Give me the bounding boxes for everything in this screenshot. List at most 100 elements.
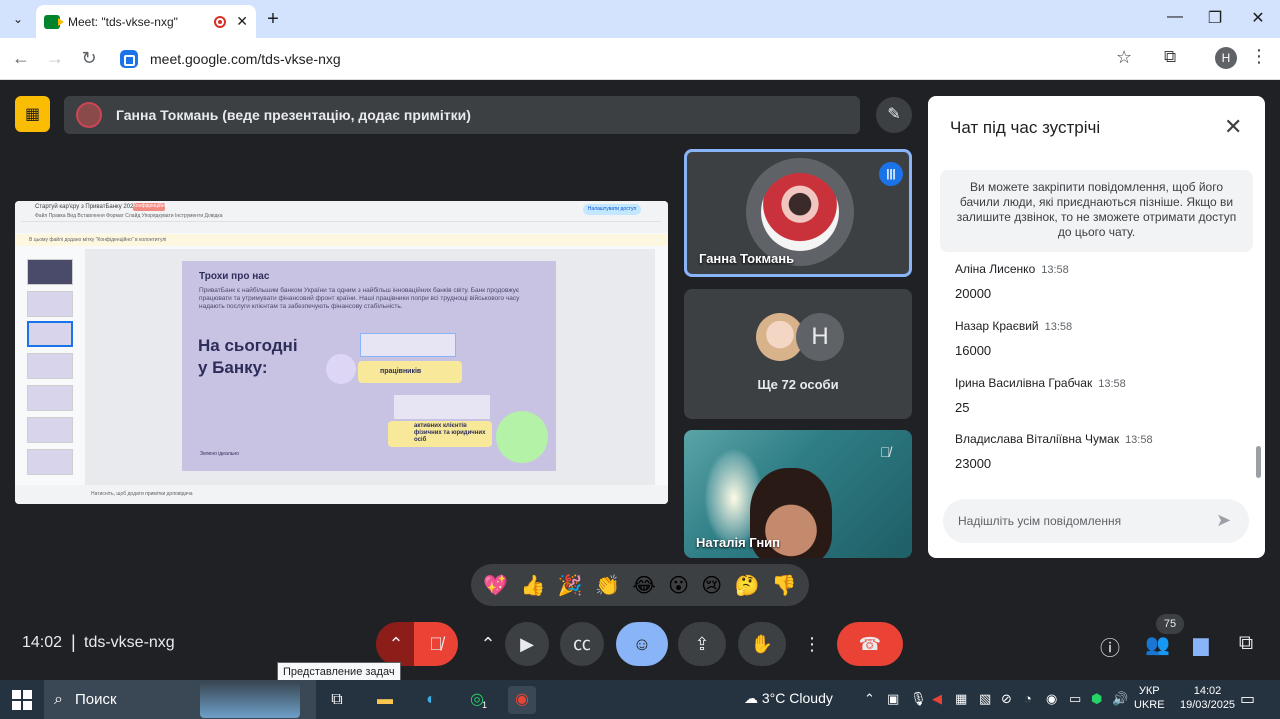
reaction-sad-icon[interactable]: 😢 (701, 573, 722, 598)
message-author: Аліна Лисенко (955, 262, 1036, 276)
browser-menu-icon[interactable]: ⋮ (1250, 46, 1268, 67)
notifications-icon[interactable]: ▭ (1240, 689, 1255, 709)
audio-options-chevron-icon[interactable]: ⌃ (376, 622, 416, 666)
tray-volume-icon[interactable]: 🔊 (1112, 691, 1128, 707)
windows-start-icon[interactable] (12, 690, 32, 710)
participant-tile-speaker[interactable]: ||| Ганна Токмань (684, 149, 912, 277)
profile-avatar[interactable]: H (1215, 47, 1237, 69)
activities-icon[interactable]: ⧉ (1234, 632, 1258, 655)
slide-clients-pill: активних клієнтів фізичних та юридичних … (388, 421, 492, 447)
weather-widget[interactable]: ☁ 3°C Cloudy (744, 690, 833, 707)
reaction-thumbs-down-icon[interactable]: 👎 (772, 573, 797, 598)
language-top: УКР (1138, 685, 1160, 697)
participants-count-badge: 75 (1156, 614, 1184, 634)
chat-icon[interactable]: ▆ (1189, 632, 1213, 657)
reaction-clap-icon[interactable]: 👏 (595, 573, 620, 598)
tray-battery-icon[interactable]: ▭ (1069, 691, 1081, 707)
people-icon[interactable]: 👥 (1145, 632, 1170, 657)
slide-thumbnail (27, 259, 73, 285)
tray-app2-icon[interactable]: ▦ (955, 691, 967, 707)
tray-speaker-muted-icon[interactable]: ◀ (932, 691, 942, 707)
taskbar-clock[interactable]: 14:02 19/03/2025 (1180, 684, 1235, 712)
send-icon[interactable]: ➤ (1216, 510, 1231, 531)
reload-icon[interactable]: ↻ (78, 48, 100, 69)
annotate-pen-icon[interactable]: ✎ (876, 97, 912, 133)
slides-menu-bar: Файл Правка Вид Вставлення Формат Слайд … (35, 213, 223, 219)
meeting-clock: 14:02 (22, 634, 63, 651)
meet-stage: ▦ Ганна Токмань (веде презентацію, додає… (0, 80, 1280, 682)
captions-button[interactable]: ㏄ (560, 622, 604, 666)
forward-arrow-icon[interactable]: → (44, 48, 66, 69)
reaction-thinking-icon[interactable]: 🤔 (735, 573, 760, 598)
reaction-thumbs-up-icon[interactable]: 👍 (520, 573, 545, 598)
tray-mic-icon[interactable]: 🎙 (910, 691, 927, 707)
back-arrow-icon[interactable]: ← (10, 48, 32, 69)
tray-overflow-icon[interactable]: ⌃ (864, 691, 875, 707)
camera-button[interactable]: ▶ (505, 622, 549, 666)
slides-format-toolbar (21, 221, 661, 231)
meet-favicon-icon (44, 14, 64, 29)
chrome-icon[interactable]: ◉ (508, 686, 536, 714)
taskbar-date: 19/03/2025 (1180, 699, 1236, 711)
new-tab-button[interactable]: + (262, 8, 284, 31)
tray-security-icon[interactable]: ⬢ (1091, 691, 1102, 707)
message-author: Владислава Віталіївна Чумак (955, 432, 1120, 446)
close-icon[interactable]: ✕ (1224, 114, 1242, 140)
site-info-icon[interactable] (120, 50, 138, 68)
address-bar-row: ← → ↻ meet.google.com/tds-vkse-nxg ☆ ⧉ H… (0, 38, 1280, 80)
extensions-puzzle-icon[interactable]: ⧉ (1164, 47, 1176, 67)
shared-screen[interactable]: Стартуй кар'єру з ПриватБанку 2025 Конфі… (15, 201, 668, 504)
reaction-surprised-icon[interactable]: 😮 (668, 573, 689, 598)
search-highlight-image (200, 682, 300, 718)
reaction-party-icon[interactable]: 🎉 (558, 573, 583, 598)
presentation-icon[interactable]: ▦ (15, 96, 50, 132)
chat-message: Владислава Віталіївна Чумак 13:58 23000 (955, 430, 1153, 471)
task-view-icon[interactable]: ⧉ (323, 686, 351, 714)
end-call-button[interactable]: ☎ (837, 622, 903, 666)
tab-search-menu-icon[interactable]: ⌄ (6, 8, 30, 30)
edge-browser-icon[interactable]: ◐ (417, 686, 445, 714)
raise-hand-button[interactable]: ✋ (738, 622, 786, 666)
emoji-reactions-button[interactable]: ☺ (616, 622, 668, 666)
minimize-window-button[interactable]: — (1160, 8, 1190, 26)
participant-initial-avatar: H (796, 313, 844, 361)
meeting-info-icon[interactable]: ⓘ (1098, 632, 1122, 661)
more-options-icon[interactable]: ⋮ (798, 622, 826, 666)
present-screen-button[interactable]: ⇪ (678, 622, 726, 666)
slide-decor-circle (326, 354, 356, 384)
tab-close-icon[interactable]: ✕ (236, 13, 248, 30)
slide-thumbnail-active (27, 321, 73, 347)
browser-tab-meet[interactable]: Meet: "tds-vkse-nxg" ✕ (36, 5, 256, 38)
bookmark-star-icon[interactable]: ☆ (1116, 47, 1132, 68)
microphone-muted-button[interactable]: 🎙̸ (414, 622, 458, 666)
tray-app5-icon[interactable]: ◉ (1046, 691, 1057, 707)
tray-app-icon[interactable]: ▣ (887, 691, 899, 707)
reaction-laugh-icon[interactable]: 😂 (632, 573, 655, 598)
keyboard-language[interactable]: УКР UKRE (1134, 684, 1165, 712)
windows-taskbar: ⌕ Поиск ⧉ ▬ ◐ ◎ 1 ◉ ☁ 3°C Cloudy ⌃ ▣ 🎙 ◀… (0, 680, 1280, 719)
omnibox[interactable]: meet.google.com/tds-vkse-nxg (110, 43, 1150, 75)
muted-mic-icon: 🎙̸ (880, 444, 891, 460)
participant-tile-video[interactable]: 🎙̸ Наталія Гнип (684, 430, 912, 558)
chat-message: Аліна Лисенко 13:58 20000 (955, 260, 1069, 301)
slides-share-button: Налаштувати доступ (583, 204, 641, 215)
chat-message-input[interactable]: Надішліть усім повідомлення (943, 499, 1249, 543)
file-explorer-icon[interactable]: ▬ (371, 686, 399, 714)
tray-app3-icon[interactable]: ▧ (979, 691, 991, 707)
url-text[interactable]: meet.google.com/tds-vkse-nxg (150, 51, 341, 67)
speaking-indicator-icon: ||| (879, 162, 903, 186)
chat-scrollbar[interactable] (1256, 446, 1261, 478)
message-text: 16000 (955, 343, 992, 358)
tray-app4-icon[interactable]: ⊘ (1001, 691, 1012, 707)
maximize-window-button[interactable]: ❐ (1200, 8, 1230, 28)
slide-logo-text: Зелено ідеально (200, 451, 239, 457)
whatsapp-badge: 1 (482, 700, 488, 710)
video-options-chevron-icon[interactable]: ⌃ (470, 622, 506, 666)
reaction-heart-icon[interactable]: 💖 (483, 573, 508, 598)
close-window-button[interactable]: ✕ (1243, 8, 1273, 28)
tray-network-icon[interactable]: ◔ (1024, 691, 1032, 706)
participant-tile-more[interactable]: H Ще 72 особи (684, 289, 912, 419)
search-icon: ⌕ (54, 690, 63, 708)
slide-employees-pill: працівників (358, 361, 462, 383)
speaker-avatar (761, 173, 839, 251)
